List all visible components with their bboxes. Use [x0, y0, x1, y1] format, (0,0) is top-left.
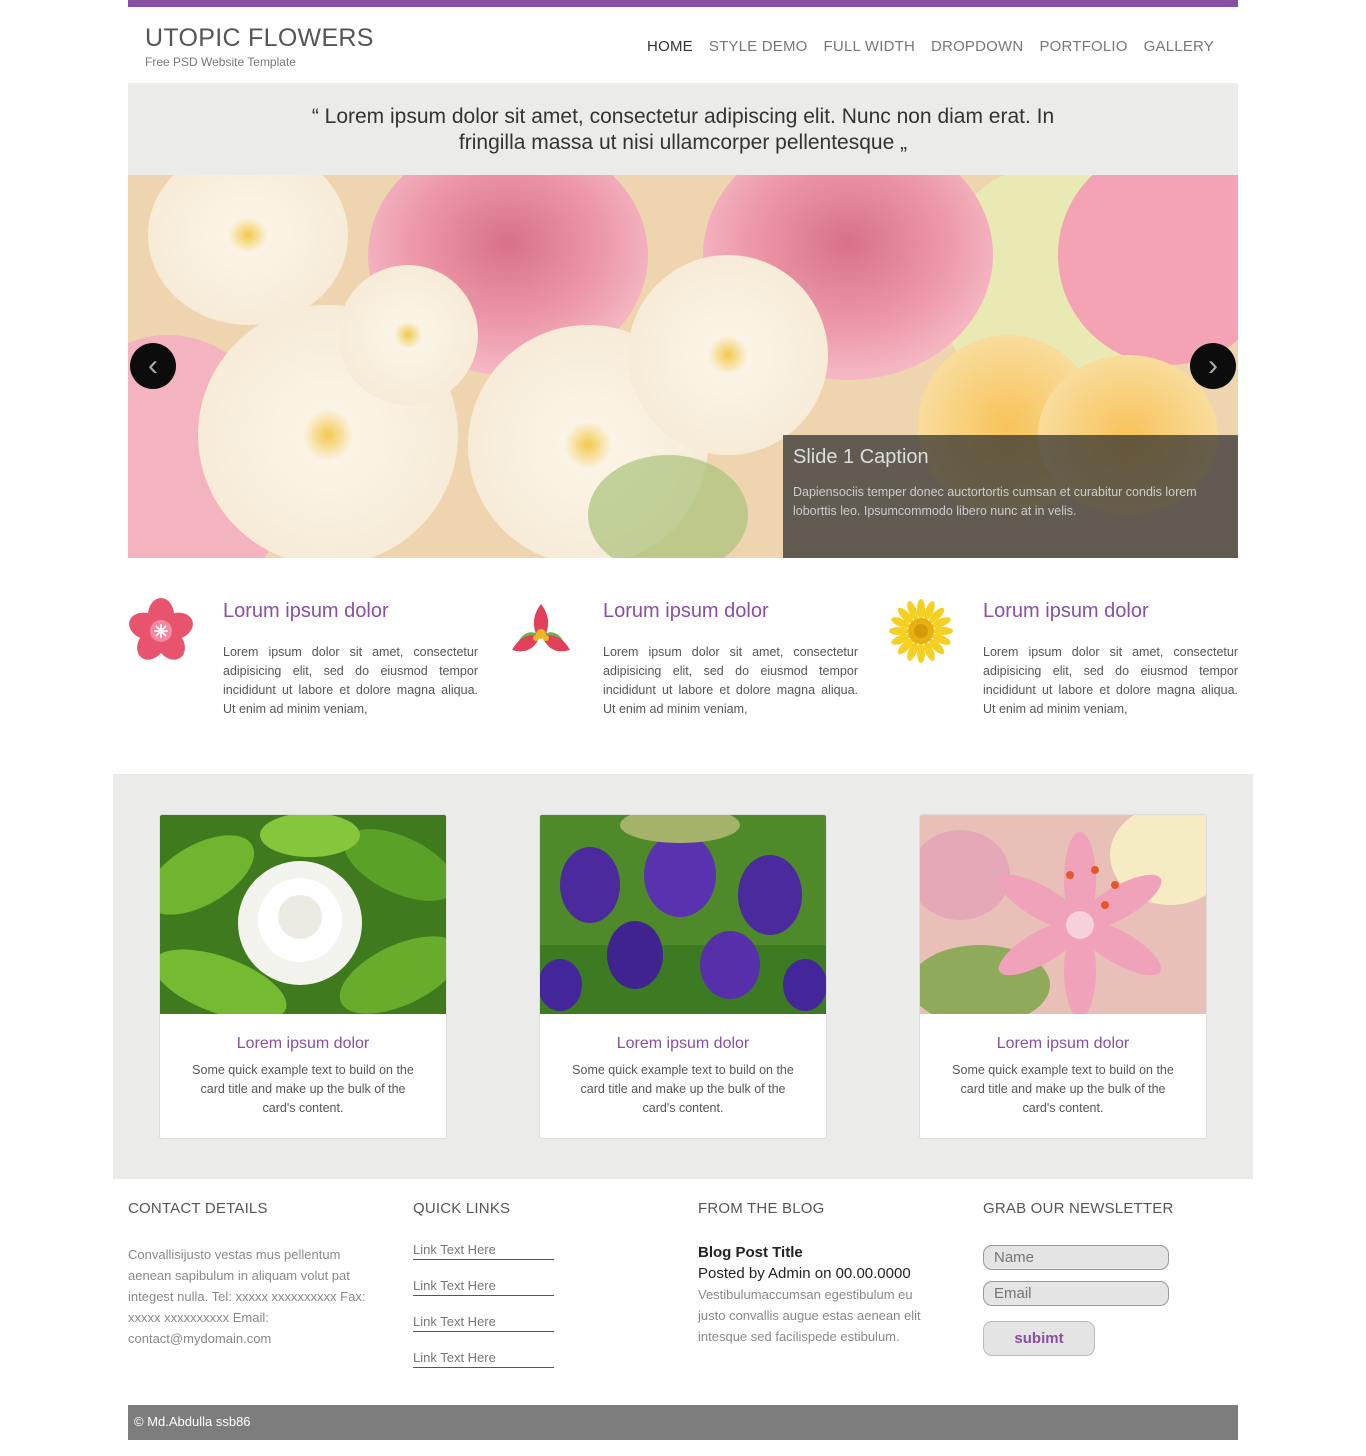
card-gallery: Lorem ipsum dolor Some quick example tex…: [113, 774, 1253, 1179]
nav-style-demo[interactable]: STYLE DEMO: [709, 38, 808, 55]
quick-link[interactable]: Link Text Here: [413, 1350, 554, 1368]
nav-full-width[interactable]: FULL WIDTH: [824, 38, 915, 55]
red-flower-icon: [512, 604, 570, 652]
feature-row: Lorum ipsum dolor Lorem ipsum dolor sit …: [128, 590, 1238, 730]
card[interactable]: Lorem ipsum dolor Some quick example tex…: [539, 814, 827, 1139]
footer-heading: CONTACT DETAILS: [128, 1200, 268, 1217]
feature-text: Lorem ipsum dolor sit amet, consectetur …: [223, 645, 478, 716]
feature-item: Lorum ipsum dolor Lorem ipsum dolor sit …: [128, 590, 478, 730]
copyright-bar: © Md.Abdulla ssb86: [128, 1405, 1238, 1440]
site-header: UTOPIC FLOWERS Free PSD Website Template…: [128, 7, 1238, 83]
card-title: Lorem ipsum dolor: [236, 1035, 370, 1052]
accent-top-bar: [128, 0, 1238, 7]
site-subtitle: Free PSD Website Template: [145, 55, 296, 69]
feature-text: Lorem ipsum dolor sit amet, consectetur …: [603, 645, 858, 716]
feature-item: Lorum ipsum dolor Lorem ipsum dolor sit …: [888, 590, 1238, 730]
card-text: Some quick example text to build on the …: [572, 1063, 794, 1115]
feature-item: Lorum ipsum dolor Lorem ipsum dolor sit …: [508, 590, 858, 730]
feature-title: Lorum ipsum dolor: [983, 600, 1149, 622]
nav-home[interactable]: HOME: [647, 38, 693, 55]
copyright-text: © Md.Abdulla ssb86: [134, 1414, 251, 1429]
sunflower-icon: [889, 599, 953, 663]
card-text: Some quick example text to build on the …: [952, 1063, 1174, 1115]
feature-title: Lorum ipsum dolor: [603, 600, 769, 622]
feature-title: Lorum ipsum dolor: [223, 600, 389, 622]
hero-slider: ‹ › Slide 1 Caption Dapiensociis temper …: [128, 175, 1238, 558]
quick-link[interactable]: Link Text Here: [413, 1278, 554, 1296]
site-title[interactable]: UTOPIC FLOWERS: [145, 24, 374, 53]
footer-contact: CONTACT DETAILS Convallisijusto vestas m…: [128, 1179, 378, 1349]
site-footer: CONTACT DETAILS Convallisijusto vestas m…: [128, 1179, 1238, 1405]
footer-blog: FROM THE BLOG Blog Post Title Posted by …: [698, 1179, 943, 1347]
slider-next-button[interactable]: ›: [1190, 343, 1236, 389]
caption-title: Slide 1 Caption: [793, 446, 929, 468]
contact-text: Convallisijusto vestas mus pellentum aen…: [128, 1247, 366, 1346]
card-title: Lorem ipsum dolor: [616, 1035, 750, 1052]
nav-gallery[interactable]: GALLERY: [1144, 38, 1214, 55]
footer-quick-links: QUICK LINKS Link Text Here Link Text Her…: [413, 1179, 554, 1368]
footer-heading: GRAB OUR NEWSLETTER: [983, 1200, 1174, 1217]
newsletter-email-input[interactable]: [983, 1281, 1169, 1306]
footer-newsletter: GRAB OUR NEWSLETTER subimt: [983, 1179, 1174, 1356]
newsletter-name-input[interactable]: [983, 1245, 1169, 1270]
footer-heading: QUICK LINKS: [413, 1200, 511, 1217]
footer-heading: FROM THE BLOG: [698, 1200, 825, 1217]
main-nav: HOME STYLE DEMO FULL WIDTH DROPDOWN PORT…: [647, 38, 1214, 55]
pink-flower-icon: [129, 598, 193, 660]
blog-post-excerpt: Vestibulumaccumsan egestibulum eu justo …: [698, 1287, 921, 1344]
newsletter-submit-button[interactable]: subimt: [983, 1321, 1095, 1356]
pink-lily-image: [920, 815, 1206, 1014]
nav-dropdown[interactable]: DROPDOWN: [931, 38, 1023, 55]
feature-text: Lorem ipsum dolor sit amet, consectetur …: [983, 645, 1238, 716]
slide-caption: Slide 1 Caption Dapiensociis temper done…: [783, 435, 1238, 558]
quick-link[interactable]: Link Text Here: [413, 1242, 554, 1260]
nav-portfolio[interactable]: PORTFOLIO: [1039, 38, 1127, 55]
card-title: Lorem ipsum dolor: [996, 1035, 1130, 1052]
chevron-left-icon: ‹: [148, 349, 158, 382]
blog-post-meta: Posted by Admin on 00.00.0000: [698, 1265, 911, 1282]
card-text: Some quick example text to build on the …: [192, 1063, 414, 1115]
quick-link[interactable]: Link Text Here: [413, 1314, 554, 1332]
card[interactable]: Lorem ipsum dolor Some quick example tex…: [919, 814, 1207, 1139]
card[interactable]: Lorem ipsum dolor Some quick example tex…: [159, 814, 447, 1139]
chevron-right-icon: ›: [1208, 349, 1218, 382]
purple-iris-image: [540, 815, 826, 1014]
quote-text: “ Lorem ipsum dolor sit amet, consectetu…: [311, 105, 1055, 154]
slider-prev-button[interactable]: ‹: [130, 343, 176, 389]
quote-banner: “ Lorem ipsum dolor sit amet, consectetu…: [128, 83, 1238, 175]
caption-text: Dapiensociis temper donec auctortortis c…: [793, 485, 1197, 518]
blog-post-title[interactable]: Blog Post Title: [698, 1244, 943, 1261]
white-gardenia-image: [160, 815, 446, 1014]
